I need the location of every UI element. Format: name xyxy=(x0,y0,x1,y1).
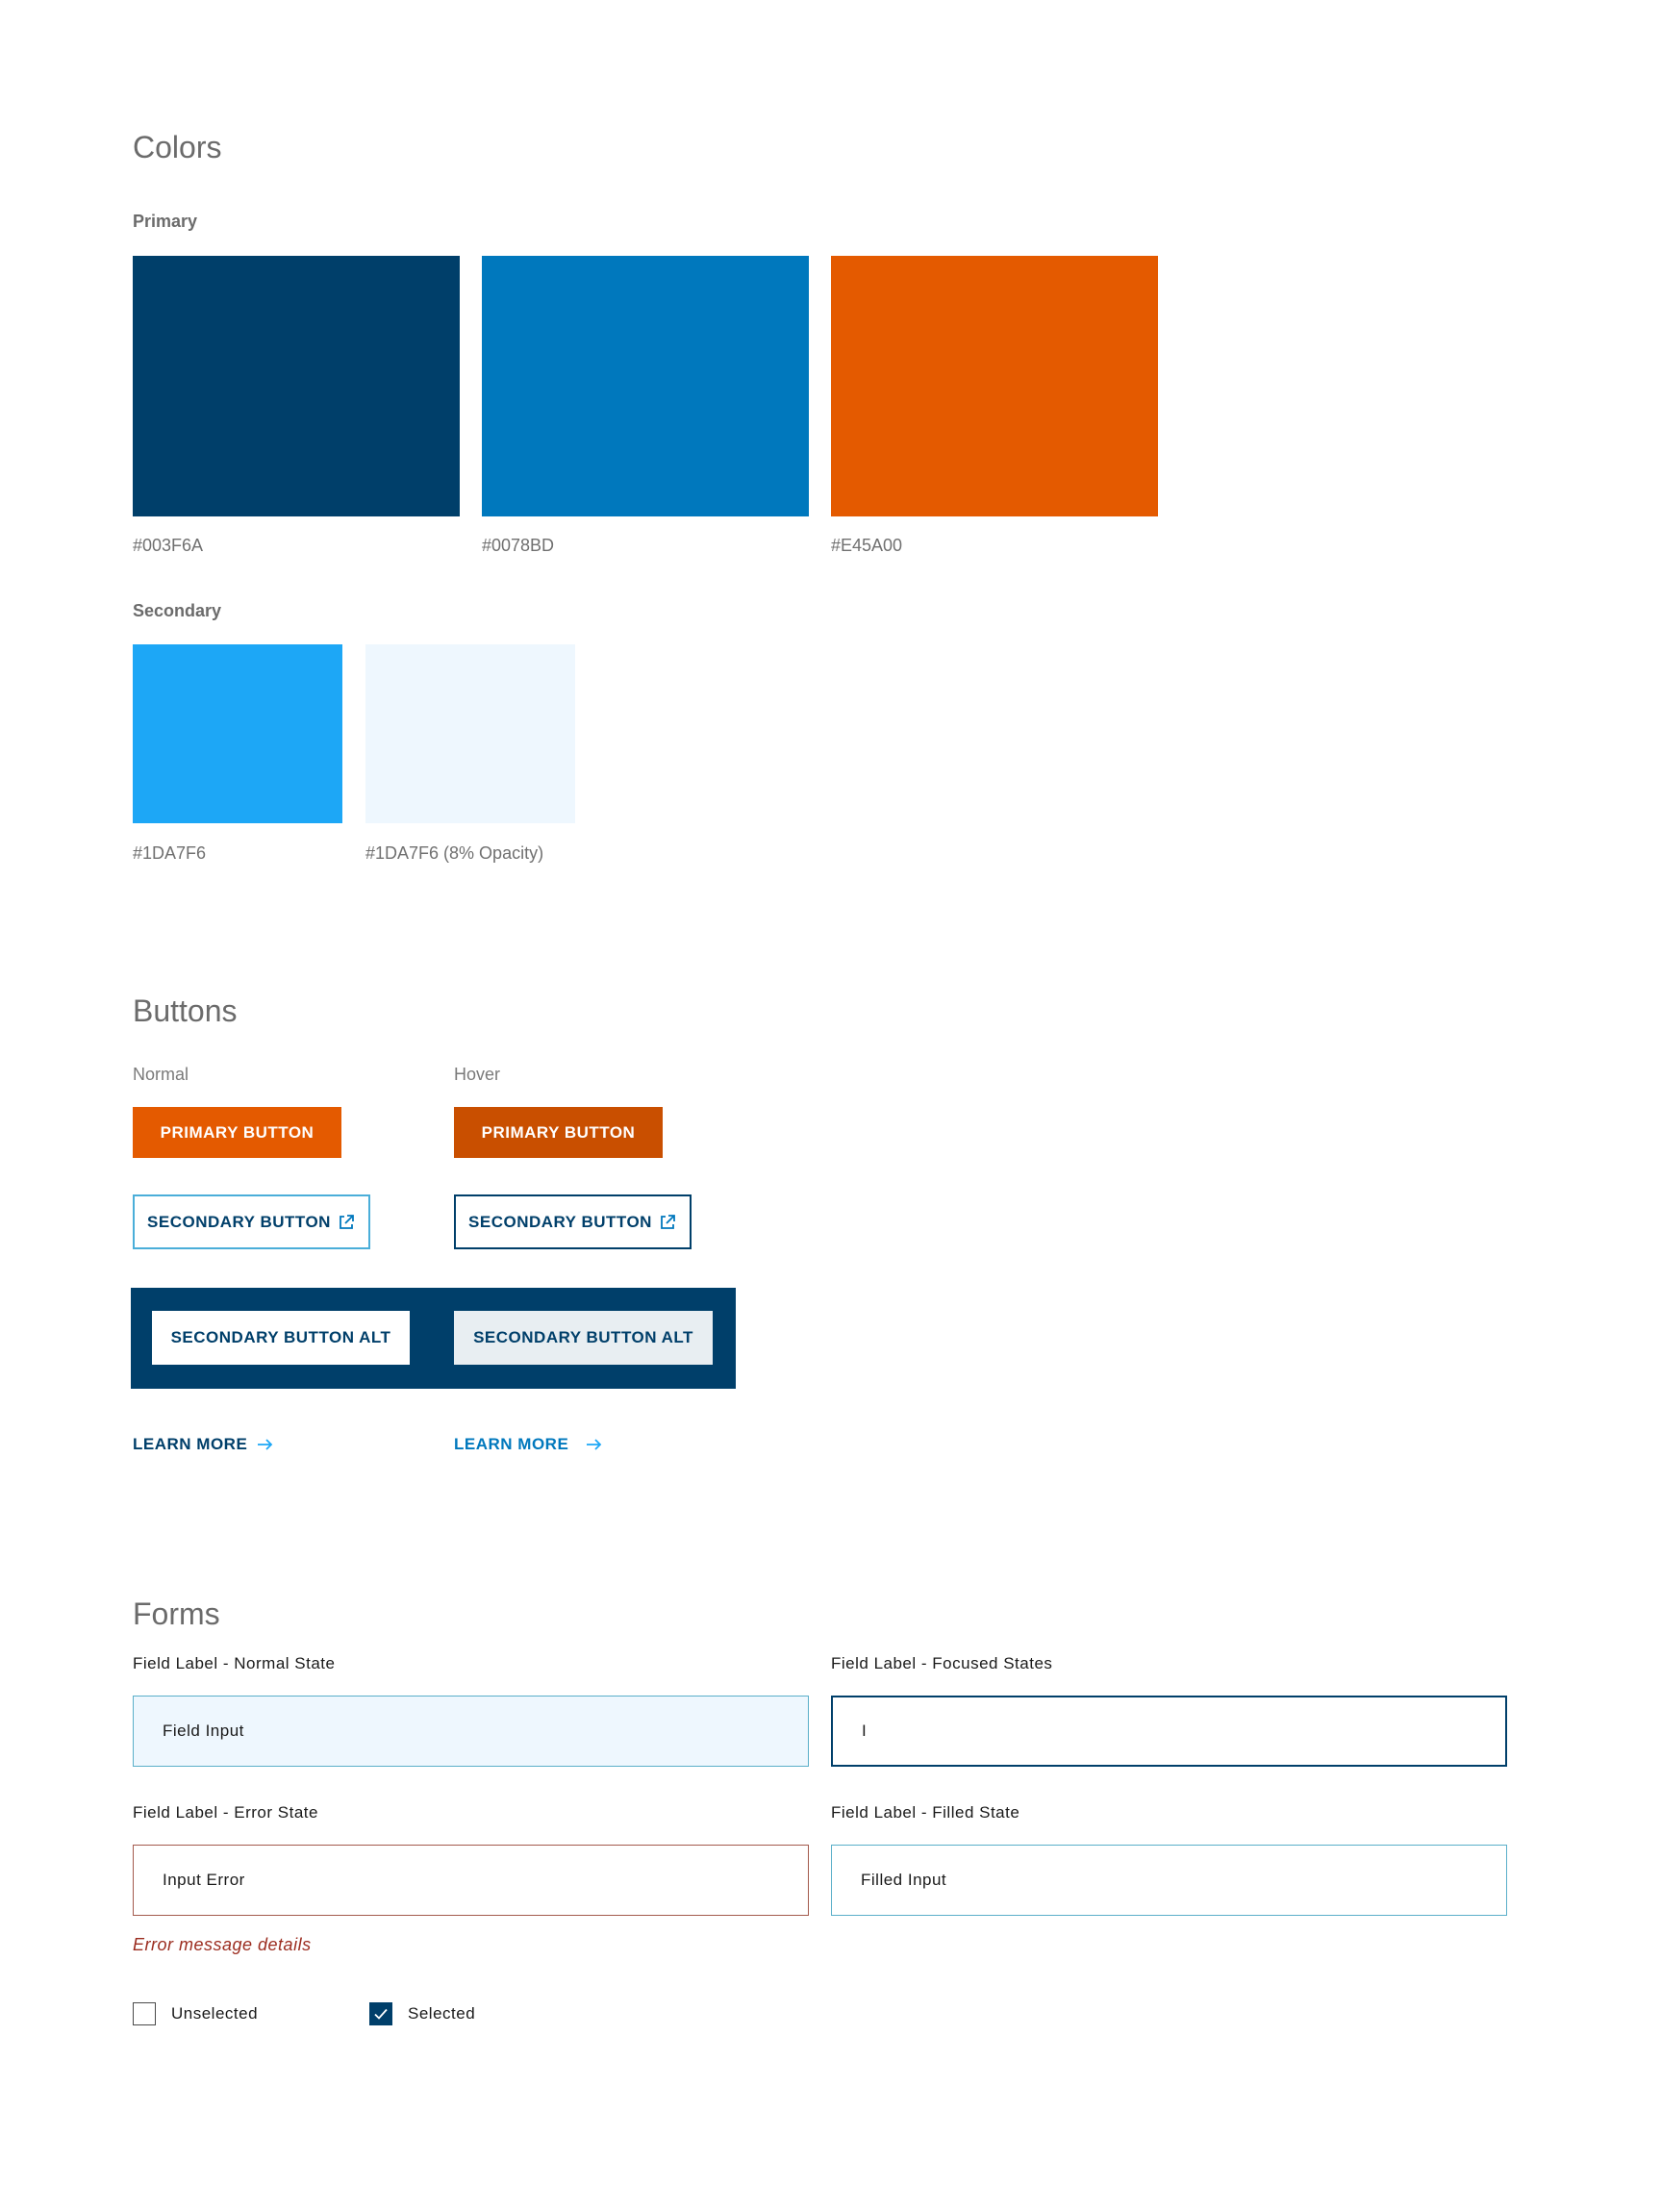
field-label-focused: Field Label - Focused States xyxy=(831,1654,1053,1672)
input-value: Input Error xyxy=(163,1871,245,1889)
field-label-normal: Field Label - Normal State xyxy=(133,1654,336,1672)
error-message: Error message details xyxy=(133,1935,312,1954)
hex-secondary-sky: #1DA7F6 xyxy=(133,843,207,863)
field-label-filled: Field Label - Filled State xyxy=(831,1803,1020,1822)
text-input-filled[interactable]: Filled Input xyxy=(831,1845,1507,1916)
input-cursor: I xyxy=(862,1722,868,1740)
swatch-primary-blue xyxy=(482,256,809,516)
swatch-secondary-sky xyxy=(133,644,342,823)
colors-section-title: Colors xyxy=(133,130,222,164)
swatch-secondary-sky-tint xyxy=(365,644,575,823)
checkbox-unselected-label: Unselected xyxy=(171,2004,259,2023)
checkmark-icon xyxy=(374,2008,388,2020)
primary-colors-label: Primary xyxy=(133,212,198,231)
hex-secondary-sky-tint: #1DA7F6 (8% Opacity) xyxy=(365,843,544,863)
learn-more-label: LEARN MORE xyxy=(133,1435,248,1453)
hover-state-label: Hover xyxy=(454,1065,501,1084)
text-input-error[interactable]: Input Error xyxy=(133,1845,809,1916)
hex-primary-blue: #0078BD xyxy=(482,536,555,555)
learn-more-link-normal[interactable]: LEARN MORE xyxy=(133,1435,274,1454)
forms-section-title: Forms xyxy=(133,1596,220,1631)
learn-more-link-hover[interactable]: LEARN MORE xyxy=(454,1435,603,1454)
secondary-button-normal[interactable]: SECONDARY BUTTON xyxy=(133,1194,370,1249)
input-value: Field Input xyxy=(163,1722,244,1740)
external-link-icon xyxy=(661,1214,675,1229)
learn-more-label: LEARN MORE xyxy=(454,1435,569,1453)
swatch-primary-orange xyxy=(831,256,1158,516)
text-input-focused[interactable]: I xyxy=(831,1696,1507,1767)
checkbox-selected-label: Selected xyxy=(408,2004,476,2023)
arrow-right-icon xyxy=(587,1439,602,1450)
secondary-colors-label: Secondary xyxy=(133,601,222,620)
swatch-primary-navy xyxy=(133,256,460,516)
field-label-error: Field Label - Error State xyxy=(133,1803,318,1822)
hex-primary-orange: #E45A00 xyxy=(831,536,903,555)
secondary-alt-button-normal[interactable]: SECONDARY BUTTON ALT xyxy=(152,1311,410,1365)
text-input-normal[interactable]: Field Input xyxy=(133,1696,809,1767)
secondary-alt-button-hover[interactable]: SECONDARY BUTTON ALT xyxy=(454,1311,713,1365)
secondary-button-hover[interactable]: SECONDARY BUTTON xyxy=(454,1194,692,1249)
primary-button-hover[interactable]: PRIMARY BUTTON xyxy=(454,1107,663,1158)
hex-primary-navy: #003F6A xyxy=(133,536,204,555)
primary-button-normal[interactable]: PRIMARY BUTTON xyxy=(133,1107,341,1158)
buttons-section-title: Buttons xyxy=(133,993,238,1028)
external-link-icon xyxy=(340,1214,354,1229)
arrow-right-icon xyxy=(258,1439,273,1450)
secondary-button-label: SECONDARY BUTTON xyxy=(468,1212,652,1231)
checkbox-selected[interactable] xyxy=(369,2002,392,2025)
normal-state-label: Normal xyxy=(133,1065,189,1084)
secondary-button-label: SECONDARY BUTTON xyxy=(147,1212,331,1231)
checkbox-unselected[interactable] xyxy=(133,2002,156,2025)
input-value: Filled Input xyxy=(861,1871,947,1889)
